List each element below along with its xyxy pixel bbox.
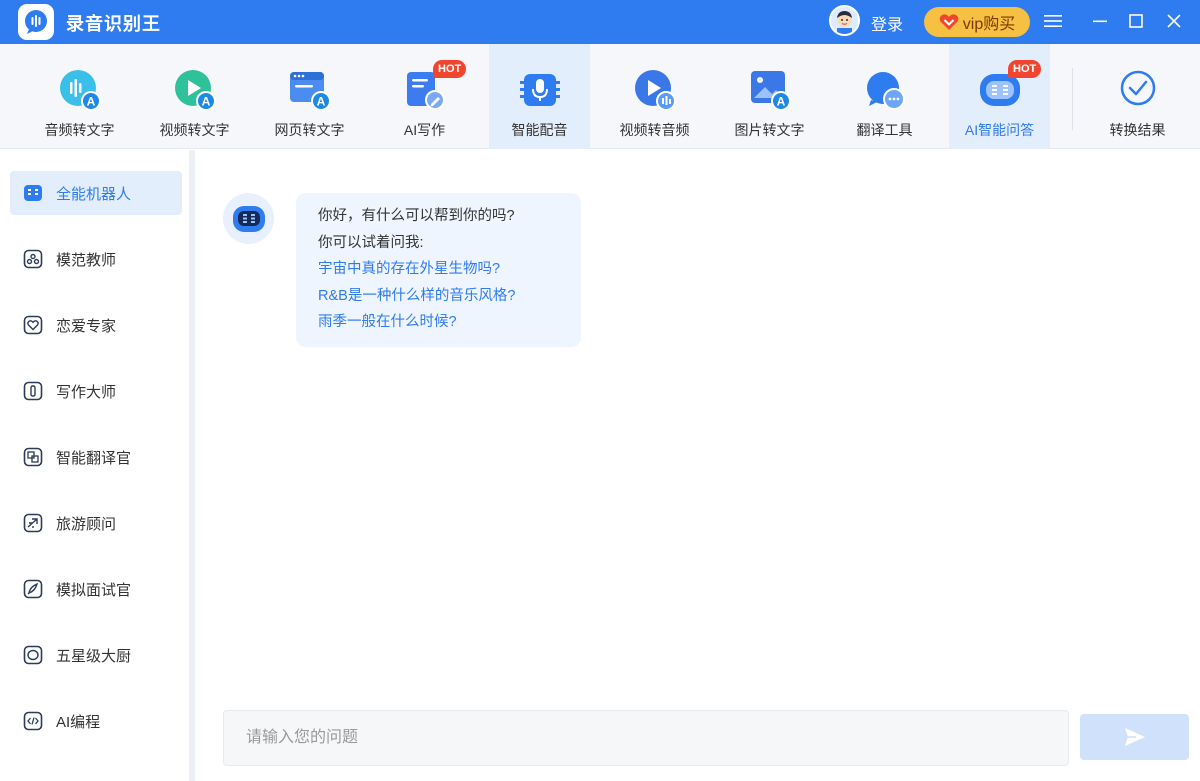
maximize-icon[interactable]: [1124, 9, 1148, 33]
send-button[interactable]: [1080, 714, 1189, 760]
sidebar-item-label: 旅游顾问: [56, 515, 117, 533]
tool-image-to-text[interactable]: A 图片转文字: [719, 44, 820, 149]
tool-video-to-audio[interactable]: 视频转音频: [604, 44, 705, 149]
suggested-question[interactable]: 雨季一般在什么时候?: [318, 309, 559, 336]
menu-icon[interactable]: [1041, 9, 1065, 33]
tool-label: 翻译工具: [856, 122, 913, 138]
hot-badge: HOT: [433, 60, 467, 78]
sidebar-item-model-teacher[interactable]: 模范教师: [10, 237, 182, 281]
close-icon[interactable]: [1162, 9, 1186, 33]
bot-greeting: 你好，有什么可以帮到你的吗?: [318, 208, 515, 224]
code-icon: [23, 711, 43, 731]
question-input-box: [223, 710, 1069, 766]
vip-purchase-button[interactable]: vip购买: [924, 7, 1030, 37]
app-logo-icon: [18, 4, 54, 40]
minimize-icon[interactable]: [1088, 9, 1112, 33]
feature-toolbar: A 音频转文字 A 视频转文字 A 网页转文字 AI写作 HOT 智能配音 视频…: [0, 44, 1200, 149]
tool-smart-dubbing[interactable]: 智能配音: [489, 44, 590, 149]
tool-label: 图片转文字: [734, 122, 805, 138]
image-to-text-icon: A: [748, 68, 792, 112]
suggested-question[interactable]: R&B是一种什么样的音乐风格?: [318, 283, 559, 310]
tool-label: AI智能问答: [964, 122, 1035, 138]
svg-text:A: A: [86, 95, 95, 109]
login-link[interactable]: 登录: [871, 11, 903, 35]
video-to-text-icon: A: [173, 68, 217, 112]
bot-hint: 你可以试着问我:: [318, 234, 424, 251]
sidebar-item-label: 模拟面试官: [56, 581, 132, 599]
tool-label: 音频转文字: [44, 122, 115, 138]
webpage-to-text-icon: A: [288, 68, 332, 112]
teacher-icon: [23, 249, 43, 269]
sidebar-item-label: 全能机器人: [56, 185, 132, 203]
translate-icon: [863, 68, 907, 112]
chef-icon: [23, 645, 43, 665]
heart-icon: [23, 315, 43, 335]
tool-conversion-result[interactable]: 转换结果: [1087, 44, 1188, 149]
translate-icon: [23, 447, 43, 467]
sidebar-item-five-star-chef[interactable]: 五星级大厨: [10, 633, 182, 677]
svg-text:A: A: [201, 95, 210, 109]
vip-label: vip购买: [962, 16, 1016, 33]
tool-label: 网页转文字: [274, 122, 345, 138]
svg-text:A: A: [776, 95, 785, 109]
robot-icon: [232, 205, 265, 232]
bot-message-bubble: 你好，有什么可以帮到你的吗? 你可以试着问我: 宇宙中真的存在外星生物吗? R&…: [296, 193, 581, 347]
sidebar-item-all-purpose-robot[interactable]: 全能机器人: [10, 171, 182, 215]
suggested-question[interactable]: 宇宙中真的存在外星生物吗?: [318, 256, 559, 283]
sidebar-item-writing-master[interactable]: 写作大师: [10, 369, 182, 413]
tool-audio-to-text[interactable]: A 音频转文字: [29, 44, 130, 149]
svg-text:A: A: [316, 95, 325, 109]
app-title: 录音识别王: [66, 14, 161, 34]
tool-label: 视频转音频: [619, 122, 690, 138]
vip-heart-icon: [939, 14, 959, 30]
pen-icon: [23, 381, 43, 401]
send-icon: [1124, 728, 1145, 746]
rocket-icon: [23, 579, 43, 599]
sidebar-item-travel-advisor[interactable]: 旅游顾问: [10, 501, 182, 545]
check-circle-icon: [1116, 68, 1160, 112]
sidebar-item-label: AI编程: [56, 713, 101, 731]
hot-badge: HOT: [1008, 60, 1042, 78]
title-bar: 录音识别王 登录 vip购买: [0, 0, 1200, 44]
sidebar-item-label: 五星级大厨: [56, 647, 132, 665]
tool-webpage-to-text[interactable]: A 网页转文字: [259, 44, 360, 149]
sidebar-item-label: 恋爱专家: [56, 317, 117, 335]
tool-translate[interactable]: 翻译工具: [834, 44, 935, 149]
sidebar-item-smart-translator[interactable]: 智能翻译官: [10, 435, 182, 479]
sidebar-item-label: 智能翻译官: [56, 449, 132, 467]
tool-label: 转换结果: [1109, 122, 1166, 138]
assistant-sidebar: 全能机器人 模范教师 恋爱专家 写作大师 智能翻译官 旅游顾问 模拟面试官 五星…: [0, 150, 195, 781]
audio-to-text-icon: A: [58, 68, 102, 112]
tool-label: 智能配音: [511, 122, 568, 138]
sidebar-item-ai-programming[interactable]: AI编程: [10, 699, 182, 743]
robot-icon: [24, 185, 42, 201]
plane-icon: [23, 513, 43, 533]
sidebar-item-label: 模范教师: [56, 251, 117, 269]
bot-avatar: [223, 193, 274, 244]
user-avatar[interactable]: [829, 5, 860, 36]
video-to-audio-icon: [633, 68, 677, 112]
question-input[interactable]: [224, 711, 1068, 765]
tool-label: 视频转文字: [159, 122, 230, 138]
smart-dubbing-icon: [518, 68, 562, 112]
toolbar-divider: [1072, 68, 1073, 130]
tool-label: AI写作: [403, 122, 446, 138]
sidebar-item-label: 写作大师: [56, 383, 117, 401]
sidebar-item-mock-interviewer[interactable]: 模拟面试官: [10, 567, 182, 611]
sidebar-item-love-expert[interactable]: 恋爱专家: [10, 303, 182, 347]
tool-video-to-text[interactable]: A 视频转文字: [144, 44, 245, 149]
